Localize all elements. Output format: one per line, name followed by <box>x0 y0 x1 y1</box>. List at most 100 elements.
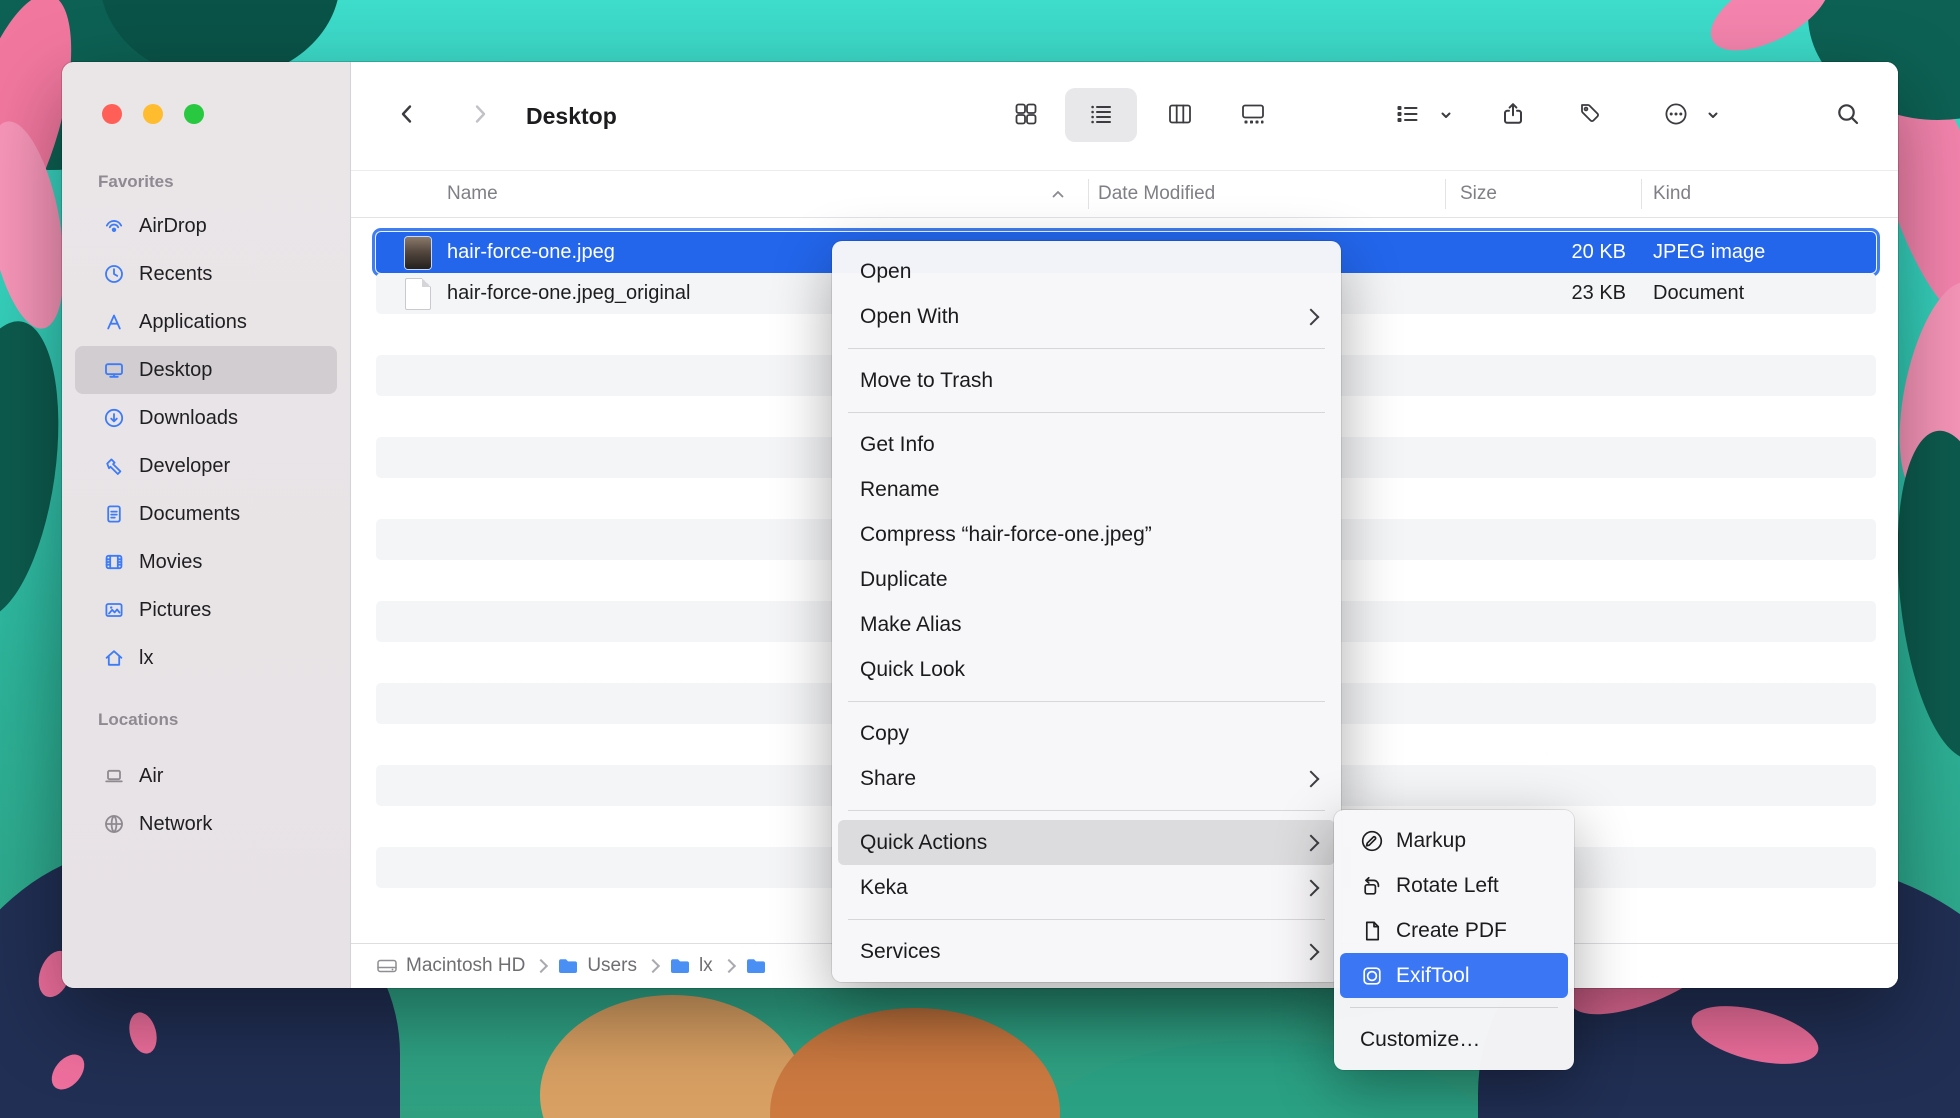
column-divider <box>1641 179 1642 209</box>
gallery-view-button[interactable] <box>1240 101 1266 127</box>
context-menu-item-get-info[interactable]: Get Info <box>838 422 1335 467</box>
context-menu-item-services[interactable]: Services <box>838 929 1335 974</box>
sidebar-item-label: Applications <box>139 311 247 334</box>
submenu-item-customize[interactable]: Customize… <box>1340 1017 1568 1062</box>
exiftool-icon <box>1360 964 1384 988</box>
context-menu-item-quick-look[interactable]: Quick Look <box>838 647 1335 692</box>
column-header-date-modified[interactable]: Date Modified <box>1098 171 1215 217</box>
create-pdf-icon <box>1360 919 1384 943</box>
downloads-icon <box>103 407 125 429</box>
sort-ascending-icon <box>1051 189 1065 199</box>
forward-button[interactable] <box>467 101 493 127</box>
file-size: 23 KB <box>1572 273 1626 314</box>
path-item-label: Users <box>587 955 637 977</box>
quick-actions-submenu: Markup Rotate Left Create PDF ExifTool C… <box>1334 810 1574 1070</box>
path-item-lx[interactable]: lx <box>669 955 713 977</box>
menu-item-label: Share <box>860 767 1305 791</box>
sidebar-item-airdrop[interactable]: AirDrop <box>75 202 337 250</box>
path-item-users[interactable]: Users <box>557 955 637 977</box>
file-name: hair-force-one.jpeg_original <box>447 282 690 305</box>
context-menu-item-make-alias[interactable]: Make Alias <box>838 602 1335 647</box>
column-header-name[interactable]: Name <box>447 171 498 217</box>
sidebar-item-developer[interactable]: Developer <box>75 442 337 490</box>
context-menu-item-duplicate[interactable]: Duplicate <box>838 557 1335 602</box>
menu-item-label: Move to Trash <box>860 369 1317 393</box>
sidebar-item-documents[interactable]: Documents <box>75 490 337 538</box>
context-menu-item-compress[interactable]: Compress “hair-force-one.jpeg” <box>838 512 1335 557</box>
group-button[interactable] <box>1394 101 1420 127</box>
minimize-button[interactable] <box>143 104 163 124</box>
submenu-chevron-icon <box>1303 834 1320 851</box>
close-button[interactable] <box>102 104 122 124</box>
file-name: hair-force-one.jpeg <box>447 241 615 264</box>
context-menu-item-open[interactable]: Open <box>838 249 1335 294</box>
column-header-size[interactable]: Size <box>1460 171 1497 217</box>
sidebar-item-applications[interactable]: Applications <box>75 298 337 346</box>
folder-icon <box>669 957 691 975</box>
sidebar-item-home[interactable]: lx <box>75 634 337 682</box>
zoom-button[interactable] <box>184 104 204 124</box>
context-menu-item-keka[interactable]: Keka <box>838 865 1335 910</box>
submenu-chevron-icon <box>1303 308 1320 325</box>
list-view-button[interactable] <box>1088 101 1114 127</box>
submenu-chevron-icon <box>1303 770 1320 787</box>
sidebar-item-movies[interactable]: Movies <box>75 538 337 586</box>
menu-item-label: Copy <box>860 722 1317 746</box>
column-view-button[interactable] <box>1167 101 1193 127</box>
sidebar-item-label: Pictures <box>139 599 211 622</box>
file-kind: Document <box>1653 273 1744 314</box>
context-menu-item-open-with[interactable]: Open With <box>838 294 1335 339</box>
sidebar-item-label: Recents <box>139 263 212 286</box>
path-item-label: Macintosh HD <box>406 955 525 977</box>
submenu-item-markup[interactable]: Markup <box>1340 818 1568 863</box>
path-chevron-icon <box>534 959 548 973</box>
sidebar-item-downloads[interactable]: Downloads <box>75 394 337 442</box>
context-menu-item-quick-actions[interactable]: Quick Actions <box>838 820 1335 865</box>
submenu-item-create-pdf[interactable]: Create PDF <box>1340 908 1568 953</box>
share-button[interactable] <box>1500 101 1526 127</box>
documents-icon <box>103 503 125 525</box>
more-button[interactable] <box>1663 101 1689 127</box>
search-icon[interactable] <box>1835 101 1861 127</box>
locations-list: Air Network <box>75 752 337 848</box>
grid-view-button[interactable] <box>1013 101 1039 127</box>
back-button[interactable] <box>394 101 420 127</box>
sidebar-item-label: Downloads <box>139 407 238 430</box>
sidebar-item-network[interactable]: Network <box>75 800 337 848</box>
file-size: 20 KB <box>1572 232 1626 273</box>
window-title: Desktop <box>526 62 617 170</box>
submenu-item-exiftool[interactable]: ExifTool <box>1340 953 1568 998</box>
chevron-down-icon <box>1439 108 1453 122</box>
column-divider <box>1445 179 1446 209</box>
document-icon <box>405 278 431 310</box>
rotate-left-icon <box>1360 874 1384 898</box>
submenu-item-rotate-left[interactable]: Rotate Left <box>1340 863 1568 908</box>
column-header-kind[interactable]: Kind <box>1653 171 1691 217</box>
sidebar-item-air[interactable]: Air <box>75 752 337 800</box>
sidebar-item-recents[interactable]: Recents <box>75 250 337 298</box>
file-kind: JPEG image <box>1653 232 1765 273</box>
pictures-icon <box>103 599 125 621</box>
menu-item-label: Keka <box>860 876 1305 900</box>
submenu-item-label: Customize… <box>1360 1028 1480 1052</box>
sidebar-item-desktop[interactable]: Desktop <box>75 346 337 394</box>
path-chevron-icon <box>722 959 736 973</box>
sidebar-item-label: Documents <box>139 503 240 526</box>
tag-button[interactable] <box>1578 101 1604 127</box>
sidebar-item-pictures[interactable]: Pictures <box>75 586 337 634</box>
movies-icon <box>103 551 125 573</box>
home-icon <box>103 647 125 669</box>
path-item-macintosh-hd[interactable]: Macintosh HD <box>376 955 525 977</box>
context-menu-item-rename[interactable]: Rename <box>838 467 1335 512</box>
context-menu-item-move-to-trash[interactable]: Move to Trash <box>838 358 1335 403</box>
wallpaper-shape <box>540 995 805 1118</box>
context-menu-item-share[interactable]: Share <box>838 756 1335 801</box>
submenu-item-label: Markup <box>1396 829 1466 853</box>
sidebar-item-label: Air <box>139 765 163 788</box>
menu-item-label: Duplicate <box>860 568 1317 592</box>
menu-item-label: Get Info <box>860 433 1317 457</box>
path-item-folder[interactable] <box>745 957 767 975</box>
context-menu-item-copy[interactable]: Copy <box>838 711 1335 756</box>
menu-item-label: Quick Actions <box>860 831 1305 855</box>
list-column-header: Name Date Modified Size Kind <box>351 170 1898 218</box>
